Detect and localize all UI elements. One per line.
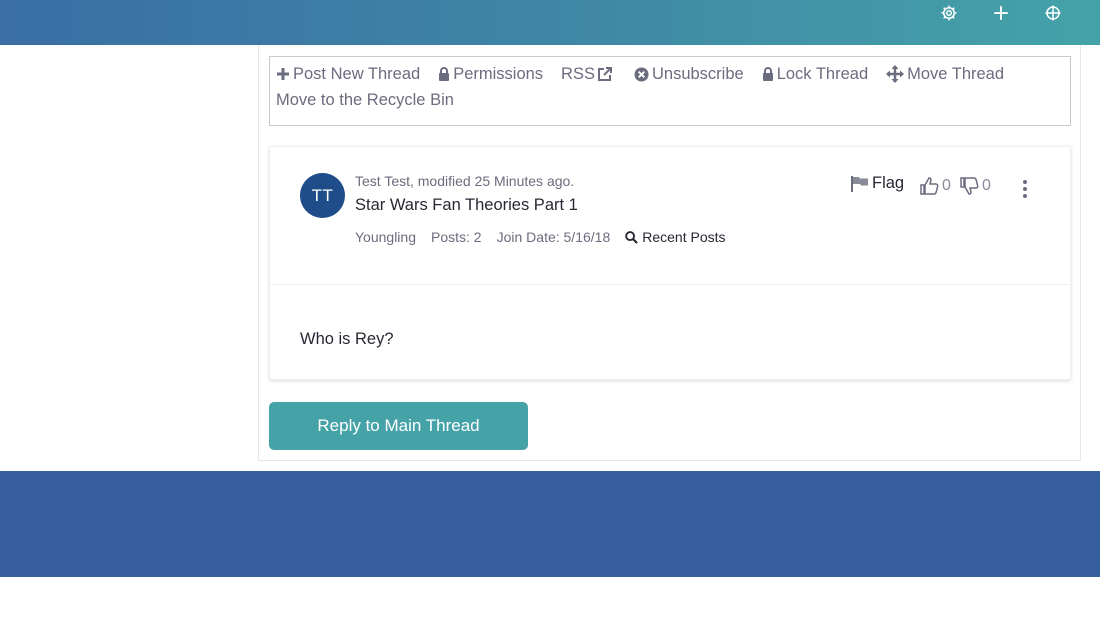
- thumbs-down-icon: [960, 177, 979, 195]
- rss-link[interactable]: RSS: [561, 65, 616, 84]
- post-body: Who is Rey?: [300, 330, 394, 348]
- permissions-label: Permissions: [453, 64, 544, 83]
- author-stats: Youngling Posts: 2 Join Date: 5/16/18 Re…: [355, 229, 756, 245]
- post-new-thread-button[interactable]: Post New Thread: [276, 65, 420, 84]
- move-thread-button[interactable]: Move Thread: [886, 65, 1004, 84]
- move-thread-label: Move Thread: [907, 64, 1005, 83]
- move-to-recycle-bin-button[interactable]: Move to the Recycle Bin: [276, 91, 454, 110]
- unsubscribe-button[interactable]: Unsubscribe: [634, 65, 744, 84]
- lock-thread-button[interactable]: Lock Thread: [762, 65, 868, 84]
- external-link-icon: [597, 67, 612, 81]
- thumbs-down-button[interactable]: 0: [960, 177, 991, 195]
- author-rank: Youngling: [355, 229, 416, 245]
- lock-thread-label: Lock Thread: [776, 64, 869, 83]
- post-author-meta: Test Test, modified 25 Minutes ago.: [355, 173, 575, 189]
- thumbs-up-button[interactable]: 0: [920, 177, 951, 195]
- thread-post-card: TT Test Test, modified 25 Minutes ago. S…: [269, 146, 1071, 380]
- permissions-button[interactable]: Permissions: [438, 65, 543, 84]
- top-navigation-bar: [0, 0, 1100, 45]
- thread-content: Post New Thread Permissions RSS Unsubscr…: [258, 45, 1081, 461]
- crosshair-icon[interactable]: [1043, 3, 1063, 23]
- post-title: Star Wars Fan Theories Part 1: [355, 196, 578, 214]
- flag-icon: [851, 175, 868, 192]
- more-options-icon[interactable]: [1018, 178, 1032, 200]
- thumbs-down-count: 0: [982, 177, 991, 194]
- rss-label: RSS: [561, 64, 595, 83]
- recent-posts-link[interactable]: Recent Posts: [625, 229, 740, 245]
- lock-icon: [439, 66, 450, 81]
- reply-to-main-thread-button[interactable]: Reply to Main Thread: [269, 402, 528, 450]
- times-circle-icon: [634, 66, 649, 82]
- thumbs-up-count: 0: [942, 177, 951, 194]
- lock-icon: [762, 66, 773, 81]
- author-post-count: Posts: 2: [431, 229, 482, 245]
- flag-label: Flag: [872, 174, 905, 192]
- gear-icon[interactable]: [939, 3, 959, 23]
- plus-icon: [277, 68, 289, 80]
- post-divider: [270, 284, 1070, 285]
- author-join-date: Join Date: 5/16/18: [496, 229, 611, 245]
- search-icon: [625, 230, 639, 244]
- flag-button[interactable]: Flag: [851, 174, 904, 193]
- recent-posts-label: Recent Posts: [642, 229, 726, 245]
- plus-icon[interactable]: [991, 3, 1011, 23]
- unsubscribe-label: Unsubscribe: [651, 64, 744, 83]
- thread-actions-toolbar: Post New Thread Permissions RSS Unsubscr…: [269, 56, 1071, 126]
- page-footer: [0, 471, 1100, 577]
- move-arrows-icon: [886, 65, 905, 83]
- post-new-thread-label: Post New Thread: [293, 64, 421, 83]
- avatar[interactable]: TT: [300, 173, 345, 218]
- thumbs-up-icon: [920, 177, 939, 195]
- recycle-bin-label: Move to the Recycle Bin: [276, 90, 454, 109]
